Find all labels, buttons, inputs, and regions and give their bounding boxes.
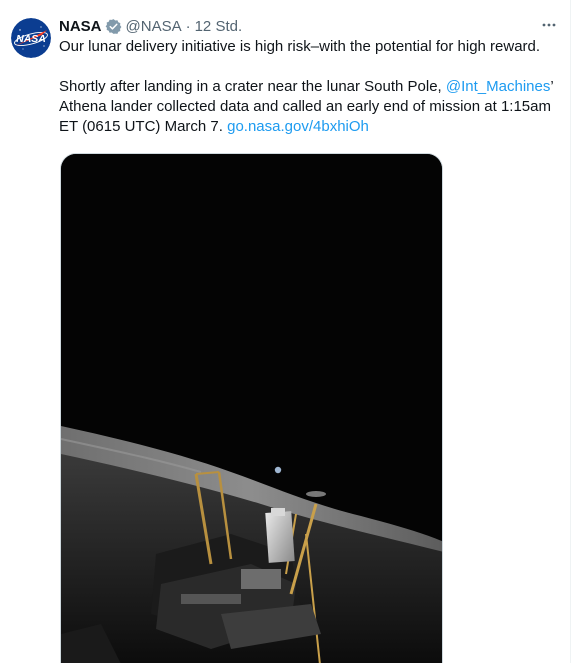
media-photo[interactable] xyxy=(60,153,443,663)
timestamp[interactable]: 12 Std. xyxy=(195,18,243,35)
timeline-column: NASA NASA @NASA · 12 Std. Our lunar deli… xyxy=(0,0,571,663)
separator-dot: · xyxy=(185,17,191,35)
avatar[interactable]: NASA xyxy=(11,18,51,58)
tweet[interactable]: NASA NASA @NASA · 12 Std. Our lunar deli… xyxy=(0,0,571,663)
svg-text:NASA: NASA xyxy=(16,33,46,45)
author-handle[interactable]: @NASA xyxy=(126,18,182,35)
verified-badge-icon[interactable] xyxy=(105,18,122,35)
more-options-button[interactable] xyxy=(538,15,560,35)
nasa-logo-icon: NASA xyxy=(11,18,51,58)
tweet-content: NASA @NASA · 12 Std. Our lunar delivery … xyxy=(59,13,559,137)
mention-link[interactable]: @Int_Machines xyxy=(446,78,550,95)
tweet-text-segment: Shortly after landing in a crater near t… xyxy=(59,78,446,95)
tweet-text-paragraph-1: Our lunar delivery initiative is high ri… xyxy=(59,38,541,55)
tweet-text: Our lunar delivery initiative is high ri… xyxy=(59,37,559,137)
lunar-lander-photo xyxy=(61,154,442,663)
author-name[interactable]: NASA xyxy=(59,18,102,35)
earth-icon xyxy=(274,466,282,474)
more-dots-icon xyxy=(542,23,556,27)
tweet-text-paragraph-2: Shortly after landing in a crater near t… xyxy=(59,77,559,137)
url-link[interactable]: go.nasa.gov/4bxhiOh xyxy=(227,118,369,135)
tweet-header: NASA @NASA · 12 Std. xyxy=(59,13,559,39)
